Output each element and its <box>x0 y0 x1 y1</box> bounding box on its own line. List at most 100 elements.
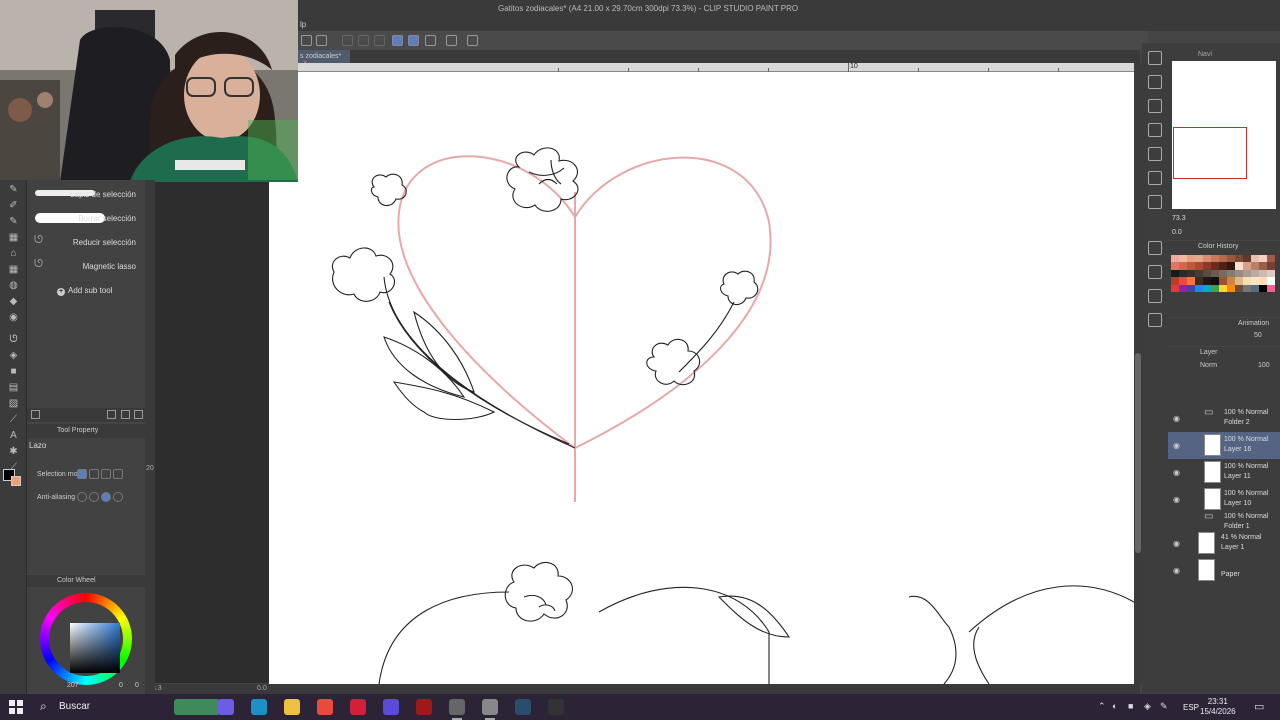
menu-bar[interactable]: lp <box>298 18 1280 31</box>
color-swatch[interactable] <box>1203 269 1211 278</box>
color-swatch[interactable] <box>1171 277 1179 285</box>
info-icon[interactable] <box>1148 195 1162 209</box>
nav-angle[interactable]: 0.0 <box>1172 229 1182 236</box>
color-swatch[interactable] <box>1267 277 1275 285</box>
subtool-item[interactable]: Borrar selección <box>30 207 142 229</box>
color-swatch[interactable] <box>1187 284 1195 292</box>
color-swatch[interactable] <box>1179 277 1187 285</box>
obs-icon[interactable] <box>548 699 564 715</box>
auto-action-icon[interactable] <box>1148 313 1162 327</box>
pen-icon[interactable]: ✎ <box>7 184 20 195</box>
color-swatch[interactable] <box>1227 269 1235 278</box>
color-swatch[interactable] <box>1251 255 1259 263</box>
color-swatch[interactable] <box>1243 262 1251 270</box>
snap-grid-icon[interactable] <box>425 35 436 46</box>
selection-mode-add[interactable] <box>89 469 99 479</box>
saturation-value-square[interactable] <box>70 623 120 673</box>
settings-icon[interactable] <box>446 35 457 46</box>
eraser-icon[interactable]: ◆ <box>7 296 20 307</box>
color-history-swatches[interactable] <box>1171 255 1275 307</box>
lasso-icon[interactable]: ᘎ <box>7 334 20 345</box>
layer-row[interactable]: ◉ 100 % Normal Layer 16 <box>1168 432 1280 459</box>
color-swatch[interactable] <box>1251 284 1259 292</box>
color-swatch[interactable] <box>1187 262 1195 270</box>
color-swatch[interactable] <box>1267 262 1275 270</box>
nav-zoom[interactable]: 73.3 <box>1172 215 1186 222</box>
paint-bucket-icon[interactable]: ◈ <box>7 350 20 361</box>
drop-icon[interactable] <box>1148 51 1162 65</box>
color-swatch[interactable] <box>1179 284 1187 292</box>
color-swatch[interactable] <box>1171 262 1179 270</box>
windows-start-icon[interactable] <box>9 700 23 714</box>
color-swatch[interactable] <box>1211 284 1219 292</box>
widgets-icon[interactable] <box>174 699 220 715</box>
color-swatch[interactable] <box>1243 277 1251 285</box>
layer-property-icon[interactable] <box>1148 123 1162 137</box>
color-swatch[interactable] <box>1195 284 1203 292</box>
color-swatch[interactable] <box>1251 262 1259 270</box>
layer-row[interactable]: ◉ 41 % Normal Layer 1 <box>1168 530 1280 557</box>
color-swatch[interactable] <box>1227 277 1235 285</box>
chrome-icon[interactable] <box>317 699 333 715</box>
search-icon[interactable]: ⌕ <box>40 699 47 714</box>
eye-icon[interactable]: ◉ <box>1173 566 1180 575</box>
color-swatch[interactable] <box>1243 269 1251 278</box>
set-icon[interactable] <box>1148 289 1162 303</box>
decoration-icon[interactable]: ⌂ <box>7 248 20 259</box>
palette-icon[interactable] <box>1148 265 1162 279</box>
eye-icon[interactable]: ◉ <box>1173 468 1180 477</box>
color-swatch[interactable] <box>1187 277 1195 285</box>
layer-row[interactable]: ◉ 100 % Normal Layer 11 <box>1168 459 1280 486</box>
color-swatch[interactable] <box>1235 277 1243 285</box>
color-swatch[interactable] <box>1203 277 1211 285</box>
app-tray-icon[interactable]: ◈ <box>1144 701 1151 712</box>
color-swatch[interactable] <box>1211 269 1219 278</box>
navigator-preview[interactable] <box>1172 61 1276 209</box>
view-rect[interactable] <box>1173 127 1247 179</box>
color-swatch[interactable] <box>1171 269 1179 278</box>
scroll-thumb[interactable] <box>1135 353 1141 553</box>
volume-icon[interactable]: ◐ <box>1112 701 1117 711</box>
layer-row[interactable]: ◉ Paper <box>1168 557 1280 584</box>
brush-icon[interactable]: ✎ <box>7 216 20 227</box>
fill-icon[interactable] <box>301 35 312 46</box>
figure-icon[interactable]: ▤ <box>7 382 20 393</box>
animation-value[interactable]: 50 <box>1254 332 1262 339</box>
color-swatch[interactable] <box>1211 262 1219 270</box>
chevron-up-icon[interactable]: ⌃ <box>1098 701 1106 712</box>
balloon-icon[interactable]: ✱ <box>7 446 20 457</box>
eye-icon[interactable]: ◉ <box>1173 539 1180 548</box>
antialias-weak[interactable] <box>89 492 99 502</box>
color-swatch[interactable] <box>1227 262 1235 270</box>
color-swatch[interactable] <box>1259 284 1267 292</box>
color-swatch[interactable] <box>1235 269 1243 278</box>
document-tab[interactable]: s zodiacales* × <box>298 50 350 67</box>
color-swatch[interactable] <box>1187 255 1195 263</box>
language-indicator[interactable]: ESP <box>1183 703 1199 712</box>
taskbar-search[interactable]: Buscar <box>59 701 90 712</box>
color-swatch[interactable] <box>1203 284 1211 292</box>
color-swatch[interactable] <box>1171 255 1179 263</box>
copy-subtool-icon[interactable] <box>107 410 116 419</box>
color-swatch[interactable] <box>1219 277 1227 285</box>
color-swatch[interactable] <box>1235 262 1243 270</box>
color-swatch[interactable] <box>1203 262 1211 270</box>
color-swatch[interactable] <box>1243 284 1251 292</box>
color-swatch[interactable] <box>1195 277 1203 285</box>
antialias-none[interactable] <box>77 492 87 502</box>
grid-icon[interactable]: ▦ <box>7 264 20 275</box>
file-explorer-icon[interactable] <box>284 699 300 715</box>
search-icon[interactable] <box>1148 75 1162 89</box>
color-swatch[interactable] <box>1195 262 1203 270</box>
color-swatch[interactable] <box>1211 277 1219 285</box>
selection-mode-intersect[interactable] <box>113 469 123 479</box>
angle-readout[interactable]: 0.0 <box>257 685 267 692</box>
color-swatch[interactable] <box>1267 284 1275 292</box>
hue-ring[interactable] <box>40 593 132 685</box>
subtool-item[interactable]: Lápiz de selección <box>30 183 142 205</box>
copilot-icon[interactable] <box>218 699 234 715</box>
snap-ruler-icon[interactable] <box>392 35 403 46</box>
clock[interactable]: 23:31 15/4/2026 <box>1200 697 1236 717</box>
eye-icon[interactable]: ◉ <box>1173 414 1180 423</box>
color-swatch[interactable] <box>1259 277 1267 285</box>
